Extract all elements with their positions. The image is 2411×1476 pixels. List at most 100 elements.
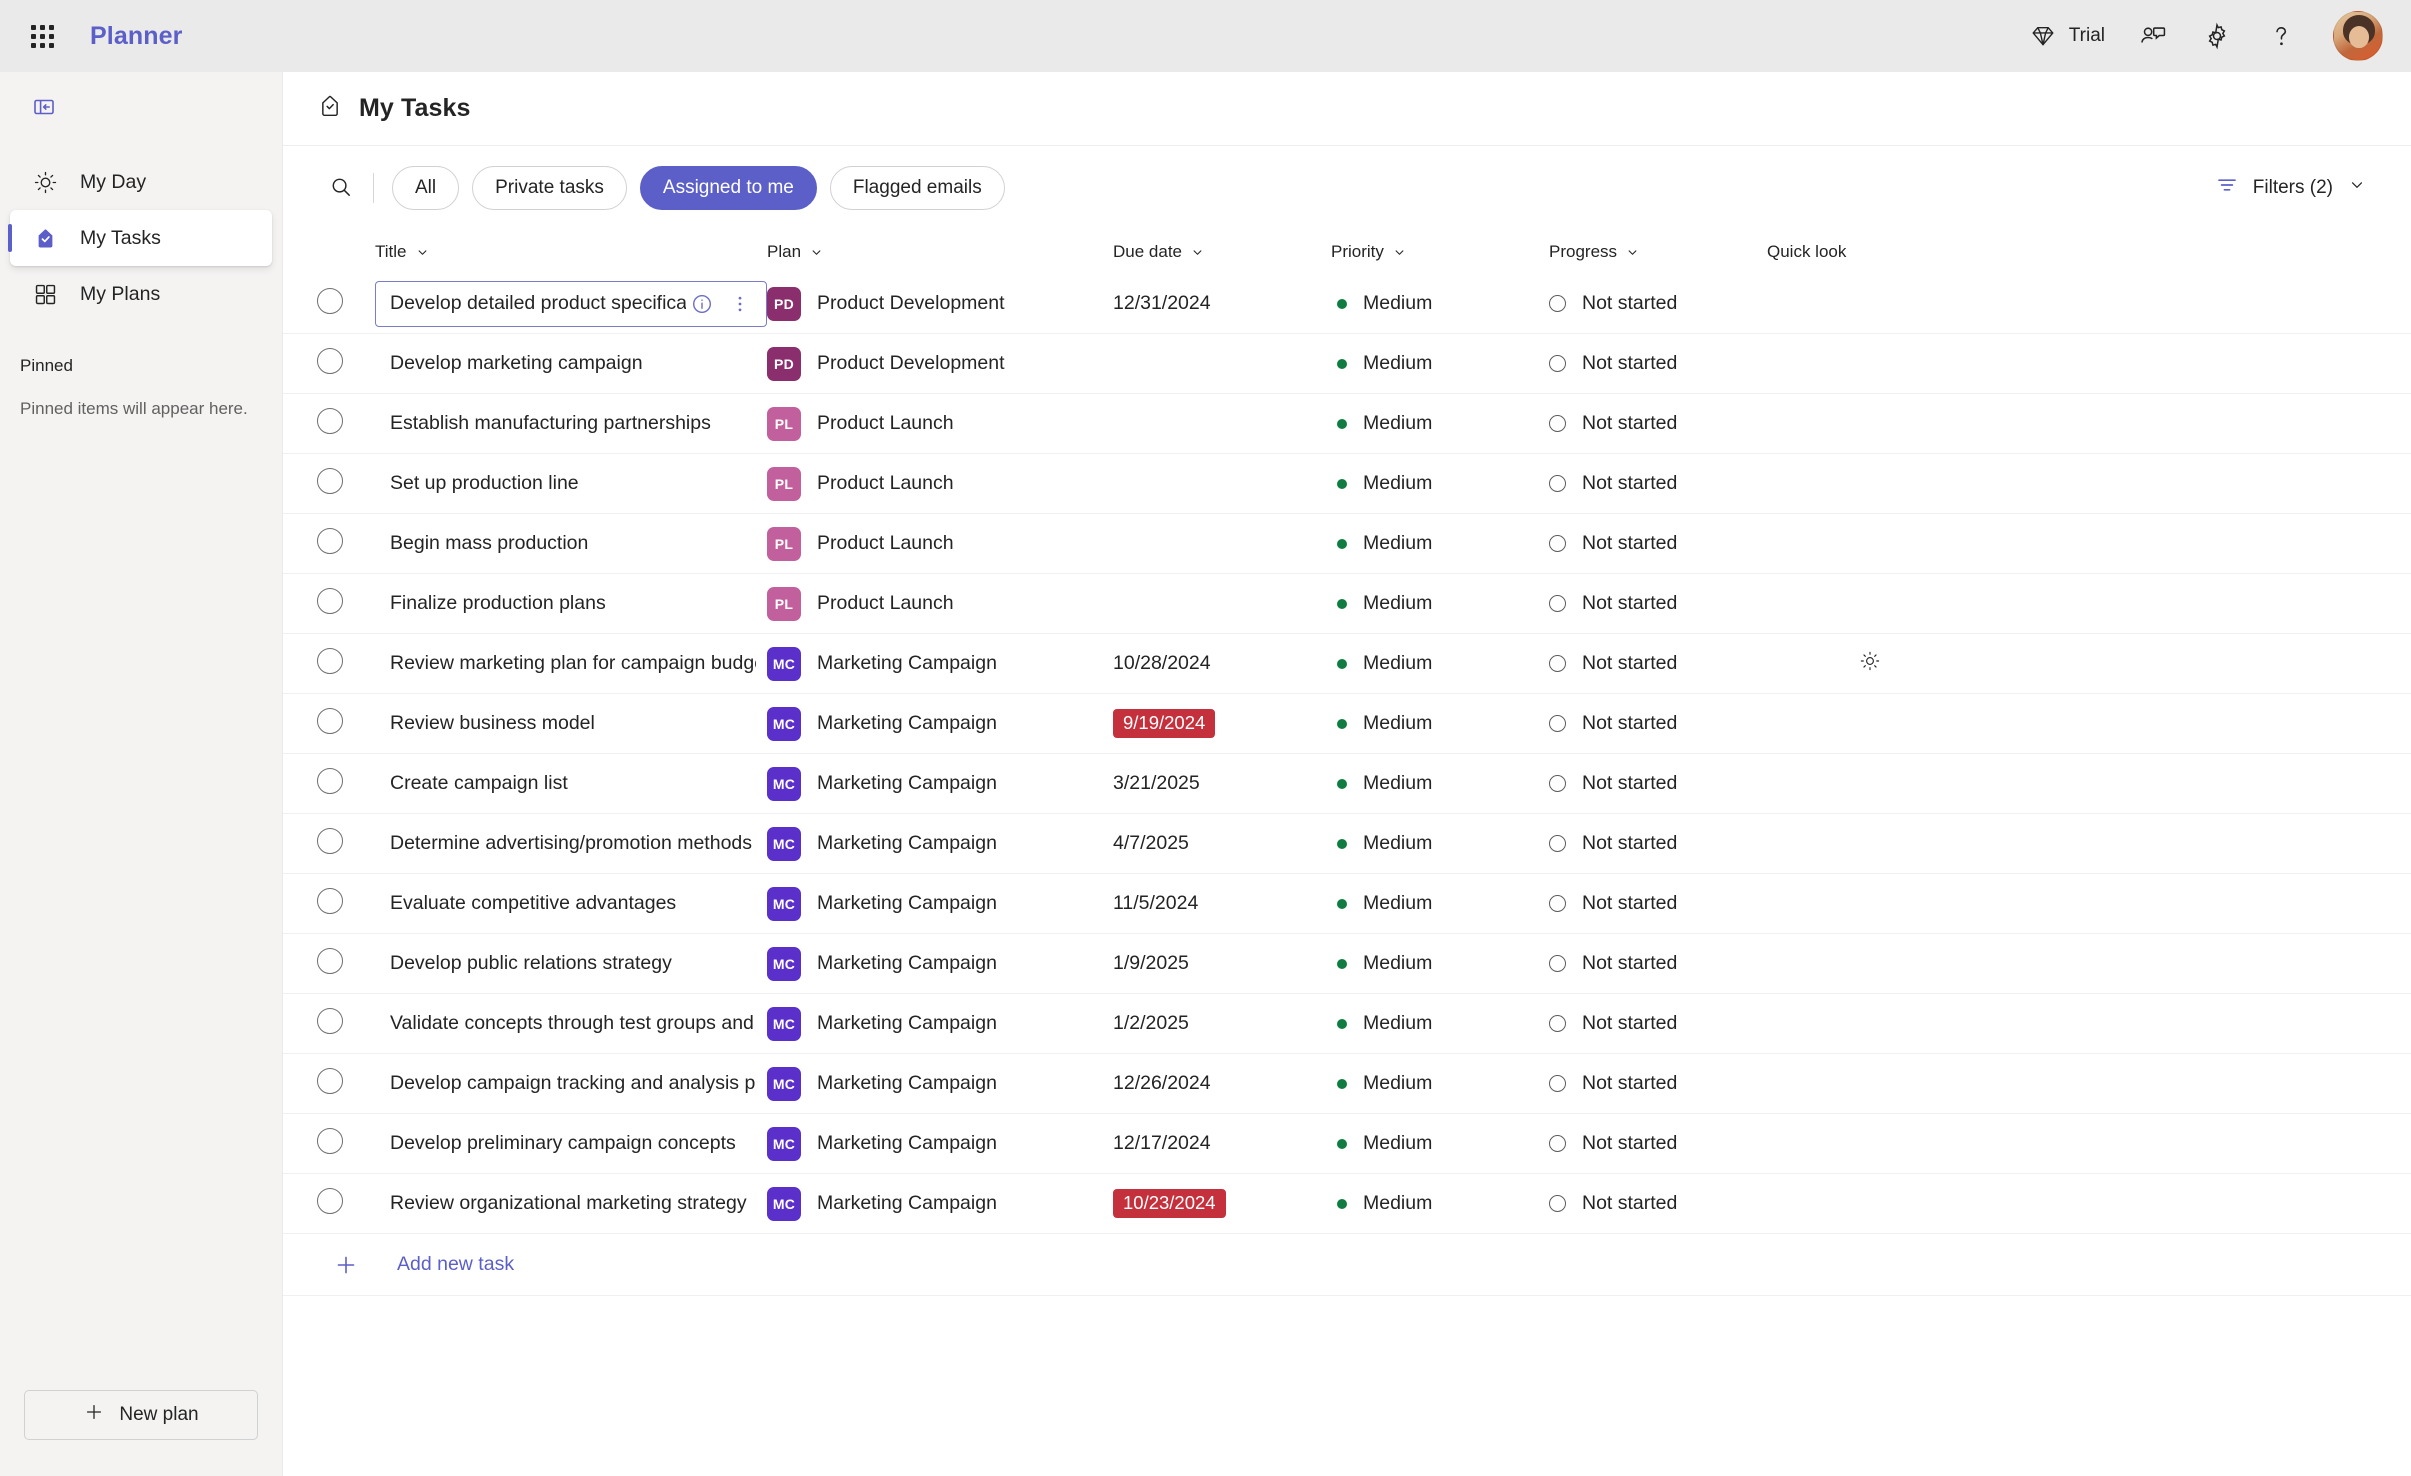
progress-cell[interactable]: Not started [1549, 952, 1767, 975]
pill-private-tasks[interactable]: Private tasks [472, 166, 627, 210]
task-title-cell[interactable]: Create campaign list [375, 761, 767, 807]
complete-task-checkbox[interactable] [317, 768, 343, 794]
help-button[interactable] [2251, 12, 2311, 60]
plan-cell[interactable]: MC Marketing Campaign [767, 826, 1113, 861]
priority-cell[interactable]: Medium [1331, 1012, 1549, 1035]
new-plan-button[interactable]: New plan [24, 1390, 258, 1440]
complete-task-checkbox[interactable] [317, 1188, 343, 1214]
progress-cell[interactable]: Not started [1549, 1072, 1767, 1095]
table-row[interactable]: Develop marketing campaign PD Product Deve… [283, 334, 2411, 394]
priority-cell[interactable]: Medium [1331, 892, 1549, 915]
due-date-cell[interactable]: 1/9/2025 [1113, 952, 1331, 975]
task-title-cell[interactable]: Review business model [375, 701, 767, 747]
priority-cell[interactable]: Medium [1331, 352, 1549, 375]
progress-cell[interactable]: Not started [1549, 1012, 1767, 1035]
task-title-cell[interactable]: Finalize production plans [375, 581, 767, 627]
table-row[interactable]: Create campaign list MC Marketing Campaign… [283, 754, 2411, 814]
priority-cell[interactable]: Medium [1331, 532, 1549, 555]
progress-cell[interactable]: Not started [1549, 712, 1767, 735]
column-header-due-date[interactable]: Due date [1113, 242, 1331, 262]
table-row[interactable]: Evaluate competitive advantages MC Marketi… [283, 874, 2411, 934]
progress-cell[interactable]: Not started [1549, 772, 1767, 795]
plan-cell[interactable]: MC Marketing Campaign [767, 886, 1113, 921]
table-row[interactable]: Review marketing plan for campaign budge… [283, 634, 2411, 694]
priority-cell[interactable]: Medium [1331, 652, 1549, 675]
table-row[interactable]: Finalize production plans PL Product Launc… [283, 574, 2411, 634]
progress-cell[interactable]: Not started [1549, 832, 1767, 855]
settings-button[interactable] [2187, 12, 2247, 60]
table-row[interactable]: Determine advertising/promotion methods … [283, 814, 2411, 874]
task-title-cell[interactable]: Develop preliminary campaign concepts [375, 1121, 767, 1167]
task-title-cell[interactable]: Develop marketing campaign [375, 341, 767, 387]
column-header-progress[interactable]: Progress [1549, 242, 1767, 262]
column-header-title[interactable]: Title [375, 242, 767, 262]
progress-cell[interactable]: Not started [1549, 1132, 1767, 1155]
plan-cell[interactable]: PL Product Launch [767, 586, 1113, 621]
plan-cell[interactable]: MC Marketing Campaign [767, 646, 1113, 681]
plan-cell[interactable]: MC Marketing Campaign [767, 766, 1113, 801]
complete-task-checkbox[interactable] [317, 708, 343, 734]
task-title-cell[interactable]: Begin mass production [375, 521, 767, 567]
complete-task-checkbox[interactable] [317, 528, 343, 554]
table-row[interactable]: Develop campaign tracking and analysis p… [283, 1054, 2411, 1114]
due-date-cell[interactable]: 4/7/2025 [1113, 832, 1331, 855]
task-title-cell[interactable]: Evaluate competitive advantages [375, 881, 767, 927]
table-row[interactable]: Validate concepts through test groups an… [283, 994, 2411, 1054]
sidebar-item-my-day[interactable]: My Day [10, 154, 272, 210]
progress-cell[interactable]: Not started [1549, 292, 1767, 315]
plan-cell[interactable]: PD Product Development [767, 286, 1113, 321]
complete-task-checkbox[interactable] [317, 1068, 343, 1094]
priority-cell[interactable]: Medium [1331, 292, 1549, 315]
pill-assigned-to-me[interactable]: Assigned to me [639, 166, 817, 210]
feedback-button[interactable] [2123, 12, 2183, 60]
priority-cell[interactable]: Medium [1331, 1072, 1549, 1095]
add-new-task-row[interactable]: Add new task [283, 1234, 2411, 1296]
complete-task-checkbox[interactable] [317, 288, 343, 314]
task-title-cell[interactable]: Review marketing plan for campaign budge… [375, 641, 767, 687]
complete-task-checkbox[interactable] [317, 948, 343, 974]
pill-flagged-emails[interactable]: Flagged emails [829, 166, 1005, 210]
progress-cell[interactable]: Not started [1549, 892, 1767, 915]
due-date-cell[interactable]: 11/5/2024 [1113, 892, 1331, 915]
quick-look-cell[interactable] [1767, 650, 2377, 678]
table-row[interactable]: Develop public relations strategy MC Marke… [283, 934, 2411, 994]
complete-task-checkbox[interactable] [317, 828, 343, 854]
task-details-info-icon[interactable] [686, 288, 718, 320]
table-row[interactable]: Develop detailed product specifications P… [283, 274, 2411, 334]
complete-task-checkbox[interactable] [317, 888, 343, 914]
plan-cell[interactable]: MC Marketing Campaign [767, 706, 1113, 741]
priority-cell[interactable]: Medium [1331, 952, 1549, 975]
pill-all[interactable]: All [392, 166, 460, 210]
plan-cell[interactable]: PL Product Launch [767, 466, 1113, 501]
due-date-cell[interactable]: 12/17/2024 [1113, 1132, 1331, 1155]
avatar[interactable] [2333, 11, 2383, 61]
sun-icon[interactable] [1859, 650, 1881, 678]
app-launcher-button[interactable] [18, 12, 66, 60]
task-title-cell[interactable]: Develop public relations strategy [375, 941, 767, 987]
complete-task-checkbox[interactable] [317, 648, 343, 674]
plan-cell[interactable]: MC Marketing Campaign [767, 1186, 1113, 1221]
complete-task-checkbox[interactable] [317, 408, 343, 434]
task-title-cell[interactable]: Validate concepts through test groups an… [375, 1001, 767, 1047]
due-date-cell[interactable]: 10/23/2024 [1113, 1189, 1331, 1218]
due-date-cell[interactable]: 9/19/2024 [1113, 709, 1331, 738]
complete-task-checkbox[interactable] [317, 348, 343, 374]
priority-cell[interactable]: Medium [1331, 1132, 1549, 1155]
sidebar-item-my-plans[interactable]: My Plans [10, 266, 272, 322]
progress-cell[interactable]: Not started [1549, 472, 1767, 495]
column-header-plan[interactable]: Plan [767, 242, 1113, 262]
task-title-cell[interactable]: Establish manufacturing partnerships [375, 401, 767, 447]
filters-button[interactable]: Filters (2) [2205, 166, 2377, 210]
complete-task-checkbox[interactable] [317, 468, 343, 494]
table-row[interactable]: Begin mass production PL Product Launch Med… [283, 514, 2411, 574]
due-date-cell[interactable]: 10/28/2024 [1113, 652, 1331, 675]
table-row[interactable]: Develop preliminary campaign concepts MC M… [283, 1114, 2411, 1174]
due-date-cell[interactable]: 12/31/2024 [1113, 292, 1331, 315]
column-header-priority[interactable]: Priority [1331, 242, 1549, 262]
priority-cell[interactable]: Medium [1331, 832, 1549, 855]
plan-cell[interactable]: MC Marketing Campaign [767, 946, 1113, 981]
due-date-cell[interactable]: 3/21/2025 [1113, 772, 1331, 795]
complete-task-checkbox[interactable] [317, 1008, 343, 1034]
due-date-cell[interactable]: 12/26/2024 [1113, 1072, 1331, 1095]
plan-cell[interactable]: MC Marketing Campaign [767, 1066, 1113, 1101]
